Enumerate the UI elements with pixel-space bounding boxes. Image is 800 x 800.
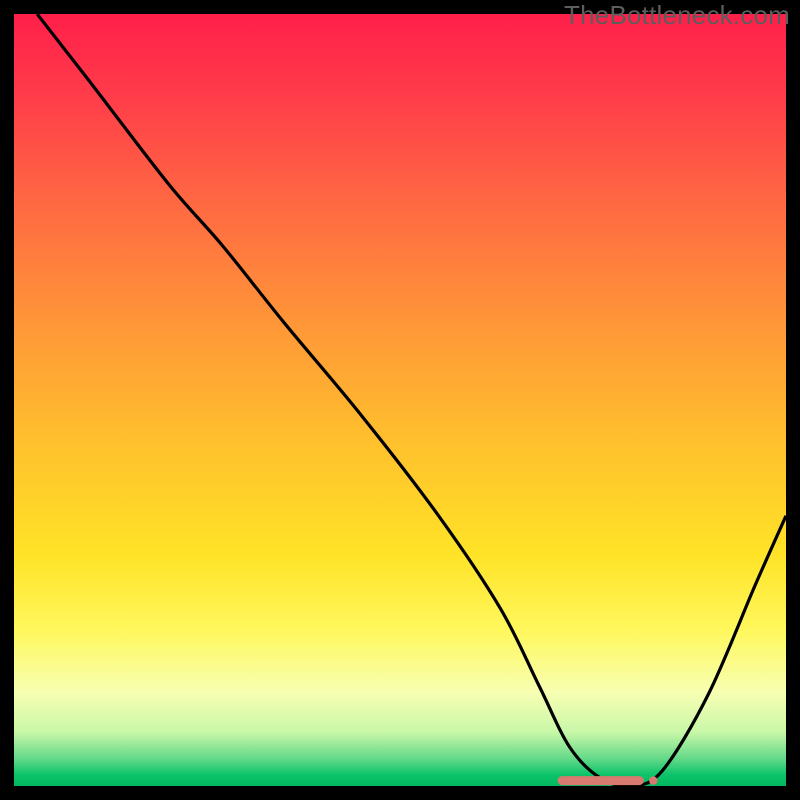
gradient-background [14, 14, 786, 786]
chart-frame: TheBottleneck.com [0, 0, 800, 800]
watermark-text: TheBottleneck.com [564, 0, 790, 31]
bottleneck-plot [0, 0, 800, 800]
